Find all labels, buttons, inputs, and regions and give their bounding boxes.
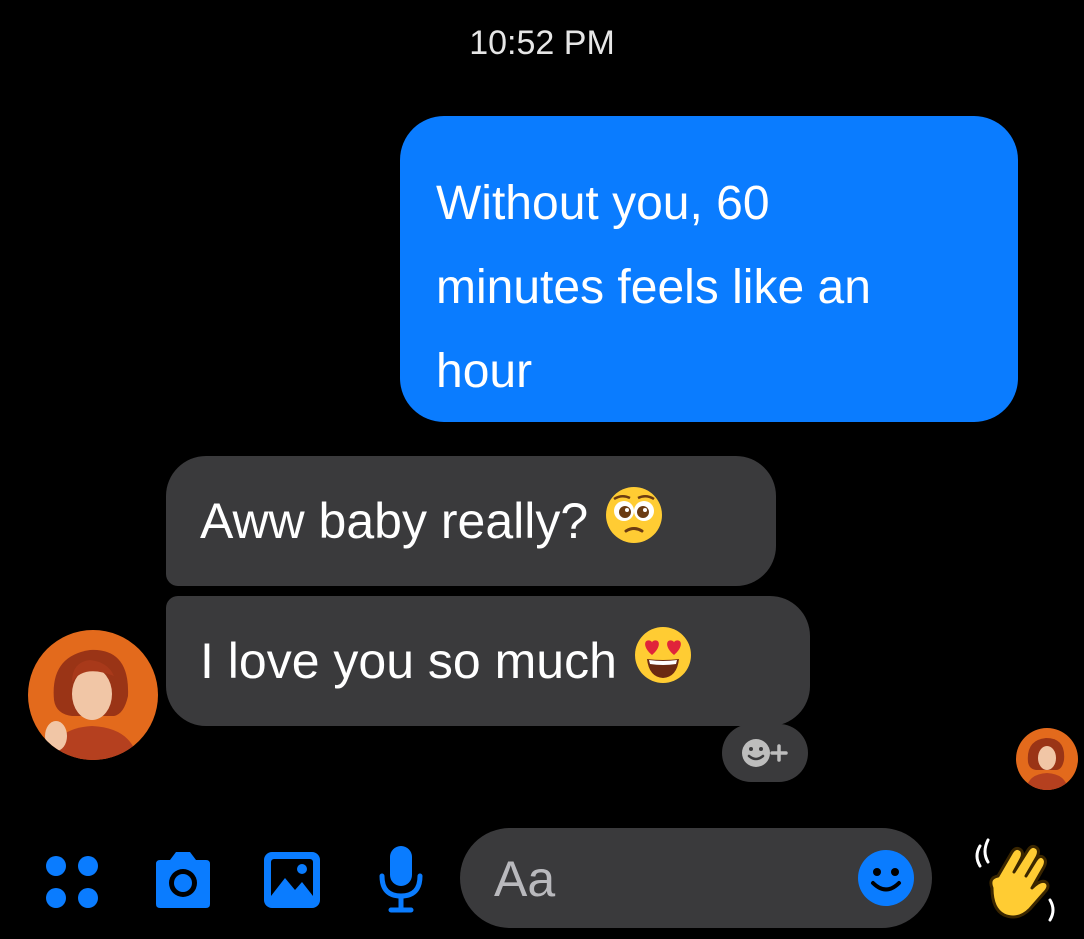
heart-eyes-emoji-icon <box>633 625 693 697</box>
add-reaction-icon <box>742 739 788 767</box>
camera-icon[interactable] <box>150 846 216 917</box>
message-input[interactable]: Aa <box>460 828 932 928</box>
outgoing-message-line: minutes feels like an <box>436 261 871 314</box>
outgoing-message-line: hour <box>436 345 533 398</box>
pleading-face-emoji-icon <box>604 485 664 557</box>
waving-hand-icon[interactable] <box>970 832 1060 927</box>
timestamp: 10:52 PM <box>469 24 615 62</box>
apps-grid-icon[interactable] <box>44 854 100 915</box>
incoming-message-text: Aww baby really? <box>200 493 589 549</box>
incoming-message-text: I love you so much <box>200 633 617 689</box>
microphone-icon[interactable] <box>378 844 424 921</box>
outgoing-message-line: Without you, 60 <box>436 177 770 230</box>
add-reaction-button[interactable] <box>722 724 808 782</box>
read-receipt-avatar <box>1016 728 1078 790</box>
outgoing-message-bubble[interactable]: Without you, 60 minutes feels like an ho… <box>400 116 1018 422</box>
gallery-icon[interactable] <box>262 850 322 915</box>
message-composer: Aa <box>0 820 1084 939</box>
message-input-placeholder: Aa <box>494 851 556 907</box>
contact-avatar[interactable] <box>28 630 158 760</box>
incoming-message-bubble[interactable]: Aww baby really? <box>166 456 776 586</box>
incoming-message-bubble[interactable]: I love you so much <box>166 596 810 726</box>
smiley-icon[interactable] <box>856 848 916 913</box>
